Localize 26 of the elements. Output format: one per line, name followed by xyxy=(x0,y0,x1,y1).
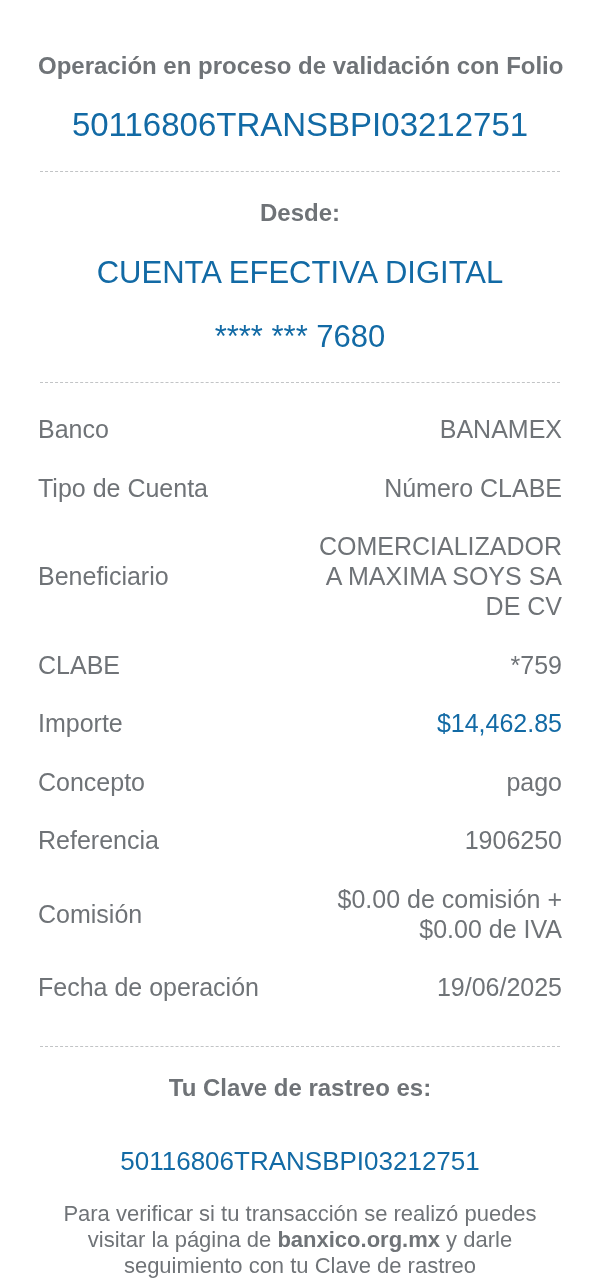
detail-label: Importe xyxy=(38,708,123,738)
detail-value: $0.00 de comisión + $0.00 de IVA xyxy=(336,883,562,944)
detail-value: Número CLABE xyxy=(384,472,562,503)
tracking-code: 50116806TRANSBPI03212751 xyxy=(119,1146,481,1176)
detail-label: Comisión xyxy=(38,898,143,929)
folio-number: 50116806TRANSBPI03212751 xyxy=(70,105,530,145)
detail-value: COMERCIALIZADORA MAXIMA SOYS SA DE CV xyxy=(317,531,562,621)
detail-label: CLABE xyxy=(38,649,120,680)
detail-value: BANAMEX xyxy=(439,414,562,444)
detail-value: pago xyxy=(506,766,562,797)
section-label: Desde: xyxy=(259,199,341,227)
detail-label: Tipo de Cuenta xyxy=(38,472,209,503)
page-title: Operación en proceso de validación con Folio xyxy=(38,52,562,80)
detail-value: *759 xyxy=(510,649,562,680)
detail-value: 19/06/2025 xyxy=(436,972,562,1002)
detail-label: Beneficiario xyxy=(38,561,169,591)
account-number: **** *** 7680 xyxy=(213,319,387,355)
detail-label: Fecha de operación xyxy=(38,972,259,1002)
account-name: CUENTA EFECTIVA DIGITAL xyxy=(95,255,505,291)
detail-label: Concepto xyxy=(38,766,146,797)
verification-note: Para verificar si tu transacción se realizó puedes visitar la página de banxico.org.mx y darle seguimiento con tu Clave de rastreo xyxy=(62,1201,538,1279)
detail-label: Referencia xyxy=(38,825,159,855)
detail-value: $14,462.85 xyxy=(436,708,562,738)
detail-label: Banco xyxy=(38,414,109,444)
tracking-label: Tu Clave de rastreo es: xyxy=(167,1074,433,1102)
detail-value: 1906250 xyxy=(464,825,562,855)
